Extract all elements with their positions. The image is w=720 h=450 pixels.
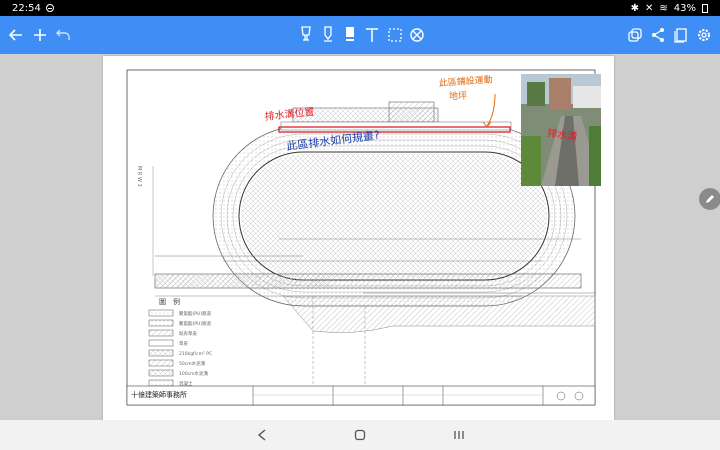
text-tool-icon[interactable]	[362, 25, 382, 45]
legend-item: 50cm水泥溝	[179, 360, 206, 367]
layers-icon[interactable]	[625, 25, 645, 45]
marker-pen-icon[interactable]	[296, 25, 316, 45]
eraser-icon[interactable]	[407, 25, 427, 45]
legend-item: 聚氨酯(PU)跑道	[179, 320, 212, 327]
home-nav-icon[interactable]	[352, 427, 368, 443]
wifi-icon: ≋	[659, 2, 668, 14]
side-label: M R W 3	[136, 166, 142, 187]
share-icon[interactable]	[648, 25, 668, 45]
legend: 聚氨酯(PU)跑道 聚氨酯(PU)跑道 既有草皮 草皮 210kgf/cm² P…	[148, 309, 212, 387]
page-icon[interactable]	[671, 25, 691, 45]
battery-icon	[702, 3, 708, 13]
add-icon[interactable]	[30, 25, 50, 45]
document-page[interactable]: M R W 3 圖 例 聚氨酯(PU)跑道 聚氨酯(PU)跑道 既有草皮 草皮 …	[103, 56, 614, 420]
title-block-firm: 十億建築師事務所	[131, 390, 187, 399]
back-arrow-icon[interactable]	[6, 25, 26, 45]
editor-toolbar	[0, 16, 720, 54]
back-nav-icon[interactable]	[254, 427, 270, 443]
dnd-icon	[45, 4, 54, 12]
legend-item: 聚氨酯(PU)跑道	[179, 310, 212, 317]
system-nav-bar	[0, 420, 720, 450]
settings-icon[interactable]	[694, 25, 714, 45]
legend-item: 既有草皮	[179, 330, 197, 337]
legend-title: 圖 例	[159, 297, 180, 306]
battery-percent: 43%	[673, 2, 696, 14]
status-time: 22:54	[12, 2, 41, 14]
highlighter-icon[interactable]	[340, 25, 360, 45]
annotation-sport-floor-line2[interactable]: 地坪	[449, 90, 467, 102]
mute-icon: ✕	[644, 2, 654, 14]
annotation-sport-floor-line1[interactable]: 此區鋪設運動	[438, 73, 493, 89]
legend-item: 100cm水泥溝	[179, 370, 208, 377]
document-canvas[interactable]: M R W 3 圖 例 聚氨酯(PU)跑道 聚氨酯(PU)跑道 既有草皮 草皮 …	[0, 54, 720, 420]
site-plan-drawing: M R W 3 圖 例 聚氨酯(PU)跑道 聚氨酯(PU)跑道 既有草皮 草皮 …	[126, 69, 601, 406]
legend-item: 草皮	[179, 340, 188, 347]
legend-item: 210kgf/cm² PC	[179, 351, 212, 357]
edit-pencil-button[interactable]	[699, 188, 720, 210]
pen-icon[interactable]	[318, 25, 338, 45]
lasso-select-icon[interactable]	[385, 25, 405, 45]
bluetooth-icon: ✱	[630, 2, 639, 14]
status-bar: 22:54 ✱ ✕ ≋ 43%	[0, 0, 720, 16]
recents-nav-icon[interactable]	[451, 427, 467, 443]
undo-icon[interactable]	[53, 25, 73, 45]
